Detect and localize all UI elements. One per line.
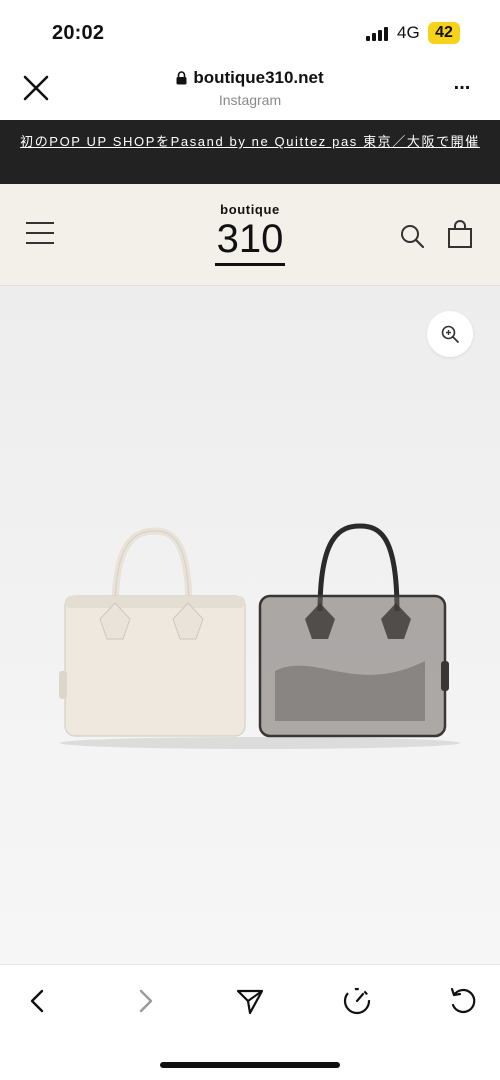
logo-number: 310 xyxy=(214,219,286,266)
logo-word: boutique xyxy=(220,202,280,217)
status-bar: 20:02 4G 42 xyxy=(0,0,500,64)
speedometer-icon xyxy=(343,987,371,1015)
share-button[interactable] xyxy=(232,983,268,1019)
site-header: boutique 310 xyxy=(0,184,500,286)
zoom-button[interactable] xyxy=(427,311,473,357)
shopping-bag-icon xyxy=(448,220,472,248)
back-button[interactable] xyxy=(20,983,56,1019)
browser-header: boutique310.net Instagram ... xyxy=(0,64,500,120)
signal-icon xyxy=(366,27,388,41)
home-indicator xyxy=(160,1062,340,1068)
site-logo[interactable]: boutique 310 xyxy=(200,202,300,266)
send-icon xyxy=(236,989,264,1015)
forward-button[interactable] xyxy=(127,983,163,1019)
search-button[interactable] xyxy=(398,222,426,250)
more-options-button[interactable]: ... xyxy=(448,73,476,96)
refresh-icon xyxy=(450,987,476,1014)
chevron-left-icon xyxy=(30,989,44,1013)
url-source: Instagram xyxy=(218,92,282,108)
lock-icon xyxy=(176,71,187,85)
speed-button[interactable] xyxy=(339,983,375,1019)
cream-bag xyxy=(59,527,246,737)
product-image[interactable] xyxy=(0,286,500,964)
url-block[interactable]: boutique310.net Instagram xyxy=(100,68,400,108)
close-button[interactable] xyxy=(20,72,52,104)
battery-indicator: 42 xyxy=(428,22,460,44)
product-bags-illustration xyxy=(59,523,460,749)
close-icon xyxy=(23,75,49,101)
announcement-link[interactable]: 初のPOP UP SHOPをPasand by ne Quittez pas 東… xyxy=(0,120,500,184)
search-icon xyxy=(401,225,425,249)
hamburger-menu-icon[interactable] xyxy=(26,222,54,246)
network-type: 4G xyxy=(397,23,420,42)
cart-button[interactable] xyxy=(446,220,474,250)
status-time: 20:02 xyxy=(52,22,105,44)
zoom-in-icon xyxy=(441,325,459,343)
url-text: boutique310.net xyxy=(193,68,324,87)
refresh-button[interactable] xyxy=(445,983,481,1019)
chevron-right-icon xyxy=(139,989,153,1013)
smoke-bag xyxy=(258,523,449,738)
